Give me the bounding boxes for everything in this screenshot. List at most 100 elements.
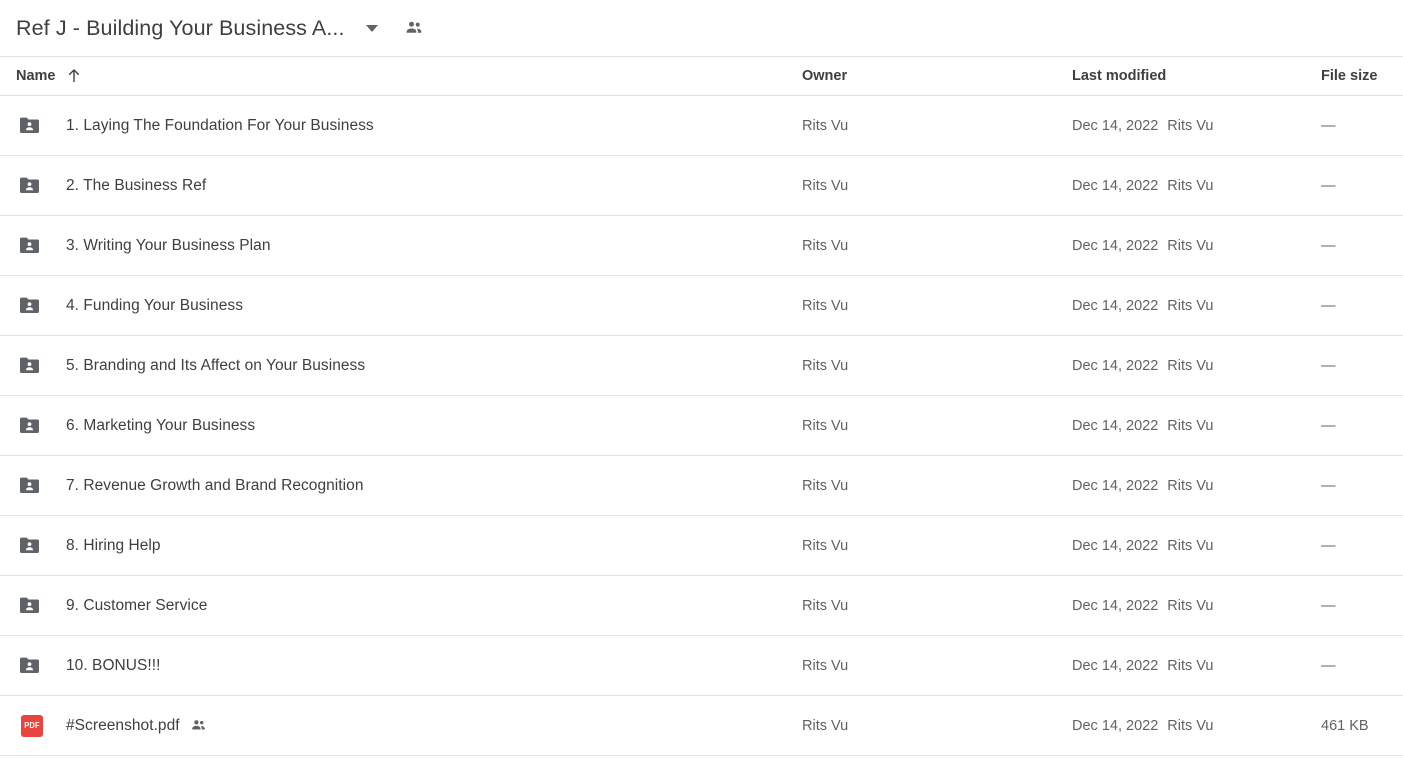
row-modified-date: Dec 14, 2022 bbox=[1072, 357, 1159, 374]
row-file-icon bbox=[16, 410, 48, 442]
chevron-down-icon bbox=[365, 24, 378, 32]
row-last-modified-cell: Dec 14, 2022 Rits Vu bbox=[1072, 658, 1213, 674]
row-modified-date: Dec 14, 2022 bbox=[1072, 237, 1159, 254]
shared-folder-icon bbox=[20, 477, 39, 493]
shared-folder-icon bbox=[20, 537, 39, 553]
row-file-icon: PDF bbox=[16, 710, 48, 742]
folder-titlebar: Ref J - Building Your Business A... bbox=[0, 0, 1403, 57]
row-name-label: 8. Hiring Help bbox=[66, 536, 161, 554]
row-name-label: 7. Revenue Growth and Brand Recognition bbox=[66, 476, 364, 494]
table-row[interactable]: 6. Marketing Your Business Rits Vu Dec 1… bbox=[0, 396, 1403, 456]
column-header-name[interactable]: Name bbox=[16, 68, 81, 84]
row-name-cell: 8. Hiring Help bbox=[16, 530, 171, 562]
row-last-modified-cell: Dec 14, 2022 Rits Vu bbox=[1072, 118, 1213, 134]
row-modified-by: Rits Vu bbox=[1167, 117, 1214, 134]
row-name-cell: 3. Writing Your Business Plan bbox=[16, 230, 281, 262]
table-row[interactable]: 3. Writing Your Business Plan Rits Vu De… bbox=[0, 216, 1403, 276]
row-file-icon bbox=[16, 590, 48, 622]
row-modified-by: Rits Vu bbox=[1167, 297, 1214, 314]
shared-folder-icon bbox=[20, 237, 39, 253]
row-name-cell: 5. Branding and Its Affect on Your Busin… bbox=[16, 350, 375, 382]
row-last-modified-cell: Dec 14, 2022 Rits Vu bbox=[1072, 238, 1213, 254]
table-row[interactable]: 5. Branding and Its Affect on Your Busin… bbox=[0, 336, 1403, 396]
table-row[interactable]: 2. The Business Ref Rits Vu Dec 14, 2022… bbox=[0, 156, 1403, 216]
table-row[interactable]: 4. Funding Your Business Rits Vu Dec 14,… bbox=[0, 276, 1403, 336]
row-owner-cell: Rits Vu bbox=[802, 297, 849, 314]
row-owner-cell: Rits Vu bbox=[802, 717, 849, 734]
row-last-modified-cell: Dec 14, 2022 Rits Vu bbox=[1072, 478, 1213, 494]
row-file-size-cell: — bbox=[1321, 657, 1336, 674]
row-modified-date: Dec 14, 2022 bbox=[1072, 417, 1159, 434]
row-modified-date: Dec 14, 2022 bbox=[1072, 177, 1159, 194]
column-header-last-modified[interactable]: Last modified bbox=[1072, 68, 1166, 84]
row-modified-date: Dec 14, 2022 bbox=[1072, 117, 1159, 134]
table-row[interactable]: 9. Customer Service Rits Vu Dec 14, 2022… bbox=[0, 576, 1403, 636]
row-name-label: 3. Writing Your Business Plan bbox=[66, 236, 271, 254]
row-owner-cell: Rits Vu bbox=[802, 537, 849, 554]
row-file-icon bbox=[16, 350, 48, 382]
shared-folder-icon bbox=[20, 117, 39, 133]
pdf-file-icon: PDF bbox=[21, 714, 43, 737]
row-name-label: 4. Funding Your Business bbox=[66, 296, 243, 314]
row-modified-date: Dec 14, 2022 bbox=[1072, 657, 1159, 674]
row-owner-cell: Rits Vu bbox=[802, 177, 849, 194]
row-owner-cell: Rits Vu bbox=[802, 237, 849, 254]
table-column-header-row: Name Owner Last modified File size bbox=[0, 57, 1403, 96]
column-header-owner[interactable]: Owner bbox=[802, 68, 847, 84]
row-last-modified-cell: Dec 14, 2022 Rits Vu bbox=[1072, 538, 1213, 554]
shared-status-button[interactable] bbox=[399, 13, 429, 43]
shared-folder-icon bbox=[20, 297, 39, 313]
pdf-icon-label: PDF bbox=[24, 720, 40, 730]
row-name-label: 10. BONUS!!! bbox=[66, 656, 161, 674]
drive-file-list-page: Ref J - Building Your Business A... Name bbox=[0, 0, 1403, 771]
row-name-label: 5. Branding and Its Affect on Your Busin… bbox=[66, 356, 366, 374]
row-file-size-cell: — bbox=[1321, 417, 1336, 434]
row-name-cell: 7. Revenue Growth and Brand Recognition bbox=[16, 470, 374, 502]
row-last-modified-cell: Dec 14, 2022 Rits Vu bbox=[1072, 718, 1213, 734]
row-owner-cell: Rits Vu bbox=[802, 117, 849, 134]
row-file-icon bbox=[16, 470, 48, 502]
row-modified-date: Dec 14, 2022 bbox=[1072, 537, 1159, 554]
row-modified-date: Dec 14, 2022 bbox=[1072, 717, 1159, 734]
row-name-cell: 6. Marketing Your Business bbox=[16, 410, 265, 442]
table-row[interactable]: 8. Hiring Help Rits Vu Dec 14, 2022 Rits … bbox=[0, 516, 1403, 576]
row-file-size-cell: — bbox=[1321, 117, 1336, 134]
row-name-label: 1. Laying The Foundation For Your Busine… bbox=[66, 116, 374, 134]
row-file-size-cell: — bbox=[1321, 477, 1336, 494]
row-file-icon bbox=[16, 290, 48, 322]
column-header-file-size[interactable]: File size bbox=[1321, 68, 1377, 84]
row-modified-date: Dec 14, 2022 bbox=[1072, 477, 1159, 494]
row-file-size-cell: — bbox=[1321, 297, 1336, 314]
shared-folder-icon bbox=[20, 177, 39, 193]
row-name-label: 9. Customer Service bbox=[66, 596, 208, 614]
row-name-label: 6. Marketing Your Business bbox=[66, 416, 256, 434]
file-list: 1. Laying The Foundation For Your Busine… bbox=[0, 96, 1403, 756]
table-row[interactable]: 7. Revenue Growth and Brand Recognition … bbox=[0, 456, 1403, 516]
row-file-icon bbox=[16, 230, 48, 262]
row-name-cell: 1. Laying The Foundation For Your Busine… bbox=[16, 110, 384, 142]
table-row[interactable]: 10. BONUS!!! Rits Vu Dec 14, 2022 Rits Vu… bbox=[0, 636, 1403, 696]
page-title: Ref J - Building Your Business A... bbox=[16, 16, 345, 41]
row-owner-cell: Rits Vu bbox=[802, 477, 849, 494]
row-modified-by: Rits Vu bbox=[1167, 537, 1214, 554]
row-name-cell: 10. BONUS!!! bbox=[16, 650, 171, 682]
table-row[interactable]: 1. Laying The Foundation For Your Busine… bbox=[0, 96, 1403, 156]
row-shared-badge bbox=[190, 717, 207, 734]
table-row[interactable]: PDF #Screenshot.pdf Rits Vu Dec 14, 2022… bbox=[0, 696, 1403, 756]
row-file-size-cell: — bbox=[1321, 537, 1336, 554]
row-name-cell: PDF #Screenshot.pdf bbox=[16, 710, 207, 742]
shared-folder-icon bbox=[20, 417, 39, 433]
row-modified-by: Rits Vu bbox=[1167, 717, 1214, 734]
row-name-label: #Screenshot.pdf bbox=[66, 716, 180, 734]
folder-options-dropdown-button[interactable] bbox=[357, 13, 387, 43]
row-file-size-cell: — bbox=[1321, 237, 1336, 254]
row-last-modified-cell: Dec 14, 2022 Rits Vu bbox=[1072, 598, 1213, 614]
row-file-size-cell: — bbox=[1321, 177, 1336, 194]
row-owner-cell: Rits Vu bbox=[802, 657, 849, 674]
shared-folder-icon bbox=[20, 357, 39, 373]
row-last-modified-cell: Dec 14, 2022 Rits Vu bbox=[1072, 178, 1213, 194]
row-owner-cell: Rits Vu bbox=[802, 597, 849, 614]
shared-folder-icon bbox=[20, 657, 39, 673]
row-file-icon bbox=[16, 650, 48, 682]
people-shared-icon bbox=[406, 21, 421, 33]
